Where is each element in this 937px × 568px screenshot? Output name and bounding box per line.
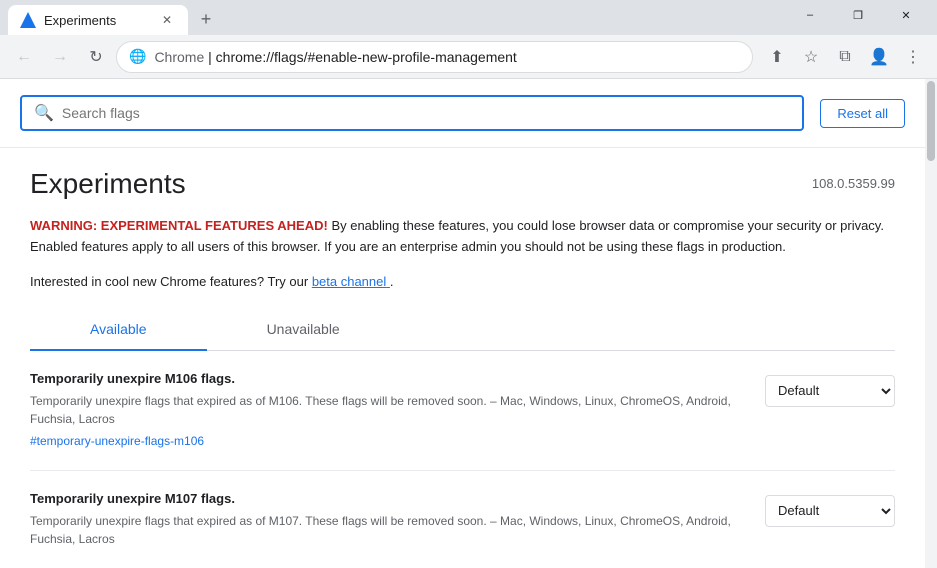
tab-available[interactable]: Available [30, 309, 207, 351]
version-text: 108.0.5359.99 [812, 176, 895, 191]
split-view-button[interactable]: ⧉ [829, 41, 861, 73]
restore-button[interactable]: ❐ [835, 1, 881, 29]
flag-default-select-2[interactable]: Default Enabled Disabled [765, 495, 895, 527]
flag-item: Temporarily unexpire M107 flags. Tempora… [30, 471, 895, 568]
tab-unavailable[interactable]: Unavailable [207, 309, 400, 351]
scrollbar-track[interactable] [925, 79, 937, 568]
content-area: 🔍 Reset all Experiments 108.0.5359.99 WA… [0, 79, 937, 568]
title-bar: Experiments ✕ + – ❐ ✕ [0, 0, 937, 35]
experiments-header: Experiments 108.0.5359.99 [30, 168, 895, 200]
tabs-container: Available Unavailable [30, 309, 895, 351]
site-icon: 🌐 [129, 48, 146, 65]
active-tab[interactable]: Experiments ✕ [8, 5, 188, 35]
share-button[interactable]: ⬆ [761, 41, 793, 73]
tab-favicon-icon [20, 12, 36, 28]
menu-button[interactable]: ⋮ [897, 41, 929, 73]
flag-title: Temporarily unexpire M106 flags. [30, 371, 745, 386]
flag-item-content: Temporarily unexpire M106 flags. Tempora… [30, 371, 745, 450]
flag-title: Temporarily unexpire M107 flags. [30, 491, 745, 506]
main-content: 🔍 Reset all Experiments 108.0.5359.99 WA… [0, 79, 925, 568]
reset-all-button[interactable]: Reset all [820, 99, 905, 128]
toolbar-actions: ⬆ ☆ ⧉ 👤 ⋮ [761, 41, 929, 73]
new-tab-button[interactable]: + [192, 5, 220, 33]
address-text: Chrome | chrome://flags/#enable-new-prof… [154, 49, 740, 65]
toolbar: ← → ↻ 🌐 Chrome | chrome://flags/#enable-… [0, 35, 937, 79]
search-icon: 🔍 [34, 103, 54, 123]
experiments-content: Experiments 108.0.5359.99 WARNING: EXPER… [0, 148, 925, 568]
page-title: Experiments [30, 168, 186, 200]
scrollbar-thumb[interactable] [927, 81, 935, 161]
flag-item: Temporarily unexpire M106 flags. Tempora… [30, 351, 895, 471]
interested-text: Interested in cool new Chrome features? … [30, 274, 895, 289]
reload-button[interactable]: ↻ [80, 41, 112, 73]
warning-bold-text: WARNING: EXPERIMENTAL FEATURES AHEAD! [30, 218, 328, 233]
url-text: chrome://flags/#enable-new-profile-manag… [216, 49, 517, 65]
minimize-button[interactable]: – [787, 1, 833, 29]
back-button[interactable]: ← [8, 41, 40, 73]
site-name: Chrome [154, 49, 204, 65]
search-input[interactable] [62, 105, 791, 121]
window-controls: – ❐ ✕ [787, 1, 929, 35]
beta-channel-link[interactable]: beta channel [312, 274, 390, 289]
profile-button[interactable]: 👤 [863, 41, 895, 73]
tab-title: Experiments [44, 13, 150, 28]
search-bar-container: 🔍 Reset all [0, 79, 925, 148]
flag-item-content: Temporarily unexpire M107 flags. Tempora… [30, 491, 745, 552]
flag-desc: Temporarily unexpire flags that expired … [30, 392, 745, 428]
flag-desc: Temporarily unexpire flags that expired … [30, 512, 745, 548]
search-input-wrap[interactable]: 🔍 [20, 95, 804, 131]
warning-box: WARNING: EXPERIMENTAL FEATURES AHEAD! By… [30, 216, 895, 258]
flag-default-select[interactable]: Default Enabled Disabled [765, 375, 895, 407]
bookmark-button[interactable]: ☆ [795, 41, 827, 73]
url-separator: | [208, 49, 216, 65]
flag-link[interactable]: #temporary-unexpire-flags-m106 [30, 434, 204, 448]
close-window-button[interactable]: ✕ [883, 1, 929, 29]
forward-button[interactable]: → [44, 41, 76, 73]
tab-close-button[interactable]: ✕ [158, 11, 176, 29]
address-bar[interactable]: 🌐 Chrome | chrome://flags/#enable-new-pr… [116, 41, 753, 73]
